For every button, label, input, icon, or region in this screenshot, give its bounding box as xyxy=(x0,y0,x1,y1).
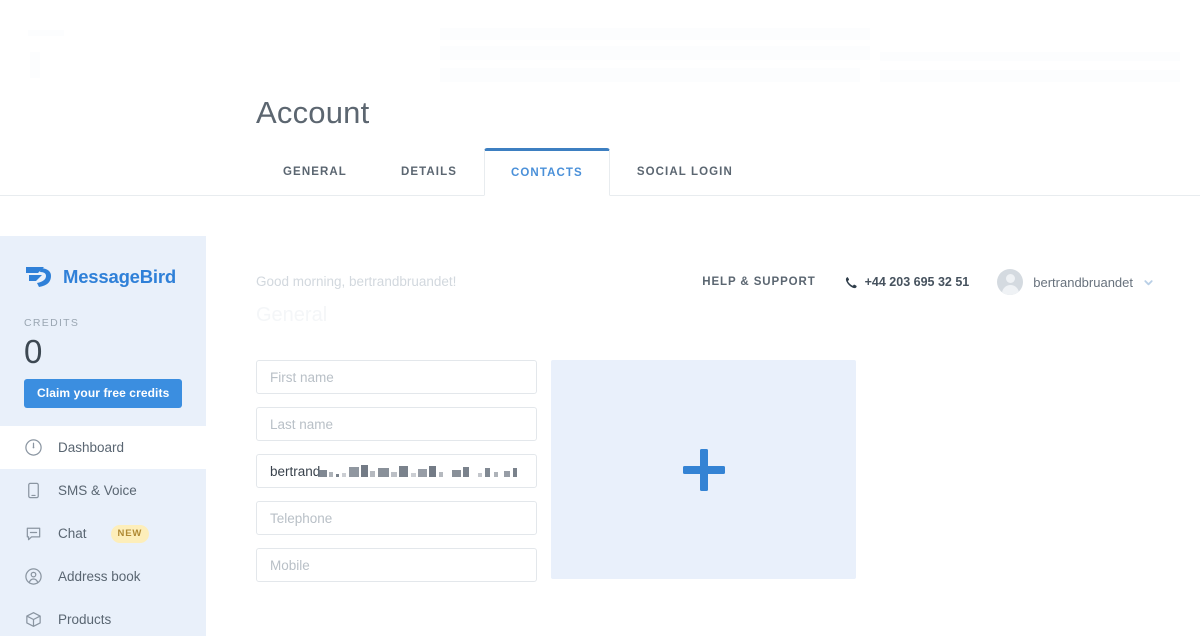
sidebar-nav: Dashboard SMS & Voice Chat NEW Address b… xyxy=(0,426,206,636)
mobile-phone-icon xyxy=(28,482,39,499)
main-content: bertrand xyxy=(206,332,1200,636)
ghost-url-bar-right xyxy=(880,52,1180,61)
email-input[interactable]: bertrand xyxy=(256,454,537,488)
chat-new-badge: NEW xyxy=(110,524,150,543)
tab-social-login[interactable]: SOCIAL LOGIN xyxy=(610,148,760,195)
ghost-back-button xyxy=(30,52,40,78)
email-visible-text: bertrand xyxy=(270,463,321,479)
user-avatar-icon xyxy=(997,269,1024,295)
claim-free-credits-button[interactable]: Claim your free credits xyxy=(24,379,183,408)
ghost-tab-row xyxy=(440,28,870,40)
mobile-input[interactable] xyxy=(256,548,537,582)
tab-contacts-label: CONTACTS xyxy=(510,167,583,179)
page-title: Account xyxy=(256,95,370,130)
user-menu[interactable]: bertrandbruandet xyxy=(997,269,1154,295)
sidebar-item-dashboard[interactable]: Dashboard xyxy=(0,426,206,469)
messagebird-logo-icon xyxy=(26,267,51,287)
chat-bubble-icon xyxy=(26,527,41,541)
email-redaction-overlay xyxy=(318,464,523,479)
last-name-input[interactable] xyxy=(256,407,537,441)
greeting-text: Good morning, bertrandbruandet! xyxy=(256,274,457,289)
brand[interactable]: MessageBird xyxy=(0,236,206,290)
ghost-url-bar-right-lower xyxy=(880,70,1180,82)
tab-general-label: GENERAL xyxy=(283,166,347,178)
credits-value: 0 xyxy=(24,333,43,370)
sidebar-item-chat-label: Chat xyxy=(58,525,87,541)
app-root: Account GENERAL DETAILS CONTACTS SOCIAL … xyxy=(0,0,1200,636)
ghost-browser-chrome xyxy=(0,0,1200,86)
tab-details-label: DETAILS xyxy=(400,166,457,178)
cube-icon xyxy=(26,612,41,627)
sidebar-item-dashboard-label: Dashboard xyxy=(58,439,125,455)
phone-handset-icon xyxy=(845,276,857,288)
sidebar-item-sms-voice[interactable]: SMS & Voice xyxy=(0,469,206,512)
tab-social-login-label: SOCIAL LOGIN xyxy=(636,166,733,178)
sidebar-item-sms-voice-label: SMS & Voice xyxy=(58,482,137,498)
help-and-support-link[interactable]: HELP & SUPPORT xyxy=(702,276,815,288)
user-name: bertrandbruandet xyxy=(1033,274,1133,290)
support-phone-number: +44 203 695 32 51 xyxy=(864,275,970,289)
ghost-tab-row-secondary xyxy=(440,46,870,60)
tab-general[interactable]: GENERAL xyxy=(256,148,374,195)
sidebar-item-products-label: Products xyxy=(58,611,112,627)
brand-name: MessageBird xyxy=(63,266,176,287)
tab-contacts[interactable]: CONTACTS xyxy=(483,148,610,196)
utility-actions: HELP & SUPPORT +44 203 695 32 51 bertran… xyxy=(702,269,1154,295)
tab-list: GENERAL DETAILS CONTACTS SOCIAL LOGIN xyxy=(256,148,760,196)
section-heading: General xyxy=(256,304,328,326)
credits-label: CREDITS xyxy=(24,317,80,329)
first-name-input[interactable] xyxy=(256,360,537,394)
telephone-input[interactable] xyxy=(256,501,537,535)
chevron-down-icon xyxy=(1144,279,1153,285)
add-contact-panel[interactable] xyxy=(551,360,856,579)
sidebar-item-products[interactable]: Products xyxy=(0,598,206,636)
sidebar-item-chat[interactable]: Chat NEW xyxy=(0,512,206,555)
sidebar-item-address-book[interactable]: Address book xyxy=(0,555,206,598)
user-circle-icon xyxy=(25,568,42,585)
support-phone[interactable]: +44 203 695 32 51 xyxy=(844,275,970,289)
utility-bar: Good morning, bertrandbruandet! General … xyxy=(206,236,1200,332)
content-spacer xyxy=(0,196,1200,236)
plus-icon xyxy=(682,448,725,491)
ghost-url-bar xyxy=(440,68,860,82)
tab-details[interactable]: DETAILS xyxy=(374,148,484,195)
contact-form: bertrand xyxy=(256,360,537,595)
tab-bar: GENERAL DETAILS CONTACTS SOCIAL LOGIN xyxy=(0,148,1200,196)
gauge-icon xyxy=(25,439,42,456)
sidebar-item-address-book-label: Address book xyxy=(58,568,141,584)
ghost-window-controls xyxy=(28,30,64,36)
sidebar: MessageBird CREDITS 0 Claim your free cr… xyxy=(0,236,206,636)
